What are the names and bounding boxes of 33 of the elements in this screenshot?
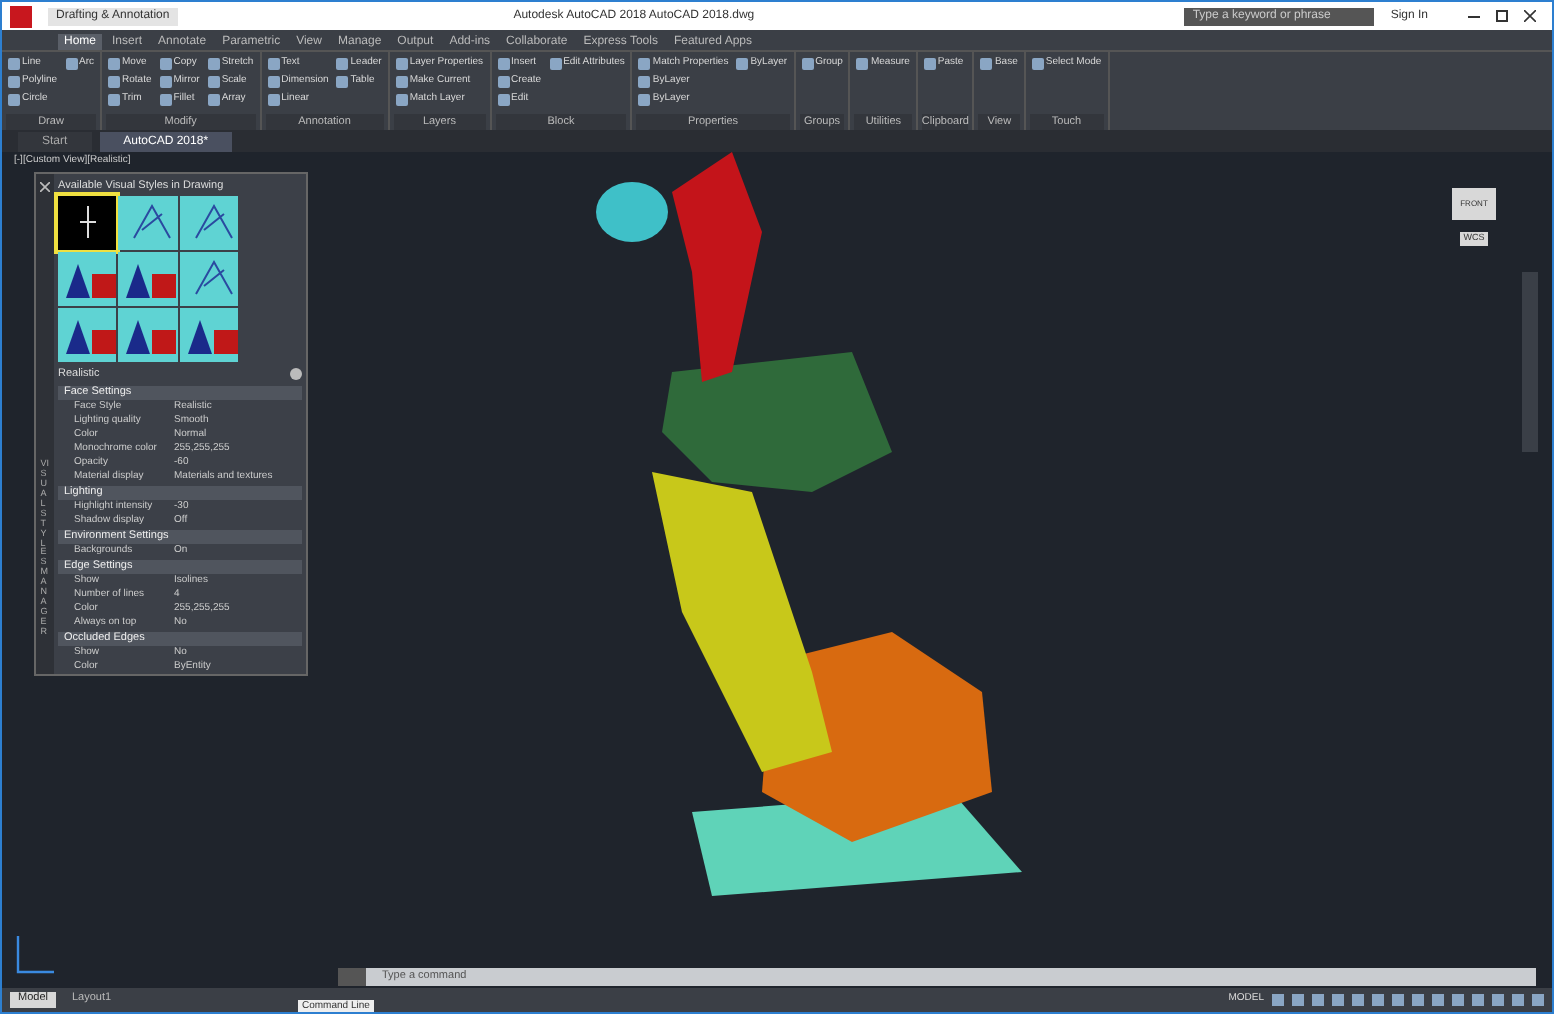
tool-icon xyxy=(856,57,869,69)
visual-style-thumbnail[interactable] xyxy=(118,308,178,363)
visual-style-thumbnail[interactable] xyxy=(179,196,238,251)
tool-icon xyxy=(736,57,749,69)
tool-icon xyxy=(65,57,78,69)
wireframe-lines-icon xyxy=(130,202,175,243)
close-icon[interactable] xyxy=(40,182,50,192)
visual-style-thumbnail[interactable] xyxy=(58,196,117,251)
shaded-shapes-icon xyxy=(64,316,120,357)
visual-style-thumbnail[interactable] xyxy=(58,308,117,363)
visual-style-thumbnail[interactable] xyxy=(58,252,117,307)
visual-style-thumbnail[interactable] xyxy=(118,196,178,251)
minimize-icon[interactable] xyxy=(1468,15,1480,17)
maximize-icon[interactable] xyxy=(1496,10,1508,22)
shaded-shapes-icon xyxy=(64,260,120,301)
shaded-shapes-icon xyxy=(124,260,181,301)
ucs-axes-icon xyxy=(14,932,58,976)
visual-style-thumbnail[interactable] xyxy=(179,252,238,307)
close-icon[interactable] xyxy=(1524,10,1536,22)
tool-icon xyxy=(549,57,562,69)
wireframe-lines-icon xyxy=(78,204,98,241)
wireframe-lines-icon xyxy=(191,258,236,299)
visual-style-thumbnail[interactable] xyxy=(179,308,238,363)
wireframe-lines-icon xyxy=(191,202,236,243)
shaded-shapes-icon xyxy=(185,316,242,357)
tool-icon xyxy=(801,57,814,69)
tool-icon xyxy=(980,57,993,69)
tool-icon xyxy=(923,57,936,69)
shaded-shapes-icon xyxy=(124,316,181,357)
visual-style-thumbnail[interactable] xyxy=(118,252,178,307)
app-logo-icon[interactable] xyxy=(10,5,32,27)
palette-tool-icon[interactable] xyxy=(290,368,302,381)
tool-icon xyxy=(1031,57,1044,69)
